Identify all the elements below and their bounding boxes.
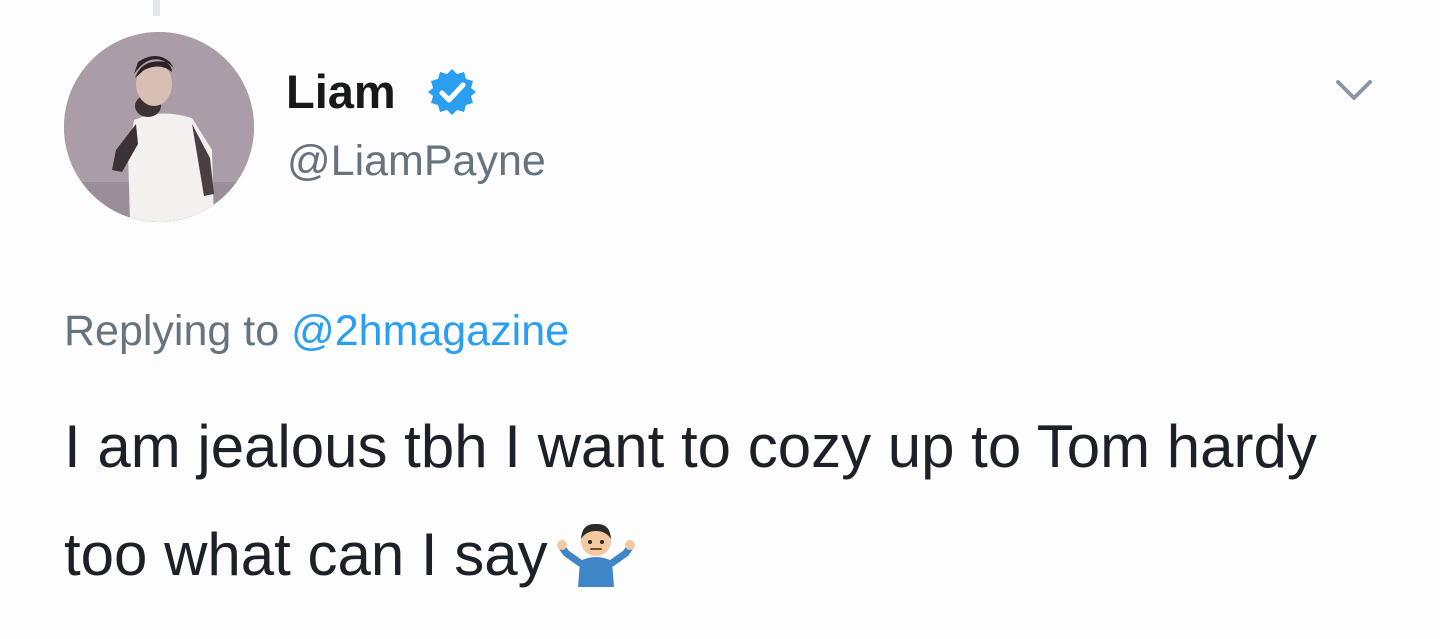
thread-connector-line: [153, 0, 160, 16]
reply-context: Replying to @2hmagazine: [64, 304, 569, 358]
author-display-name[interactable]: Liam: [286, 64, 396, 120]
reply-mention-link[interactable]: @2hmagazine: [291, 307, 569, 355]
author-handle[interactable]: @LiamPayne: [287, 135, 546, 187]
reply-prefix: Replying to: [64, 307, 280, 355]
tweet-text: I am jealous tbh I want to cozy up to To…: [64, 413, 1317, 588]
tweet-body: I am jealous tbh I want to cozy up to To…: [64, 393, 1404, 609]
chevron-down-icon[interactable]: [1330, 70, 1378, 110]
man-shrugging-emoji: [556, 523, 635, 587]
avatar-photo: [64, 32, 254, 222]
avatar[interactable]: [64, 32, 254, 222]
verified-badge-icon: [428, 69, 476, 115]
